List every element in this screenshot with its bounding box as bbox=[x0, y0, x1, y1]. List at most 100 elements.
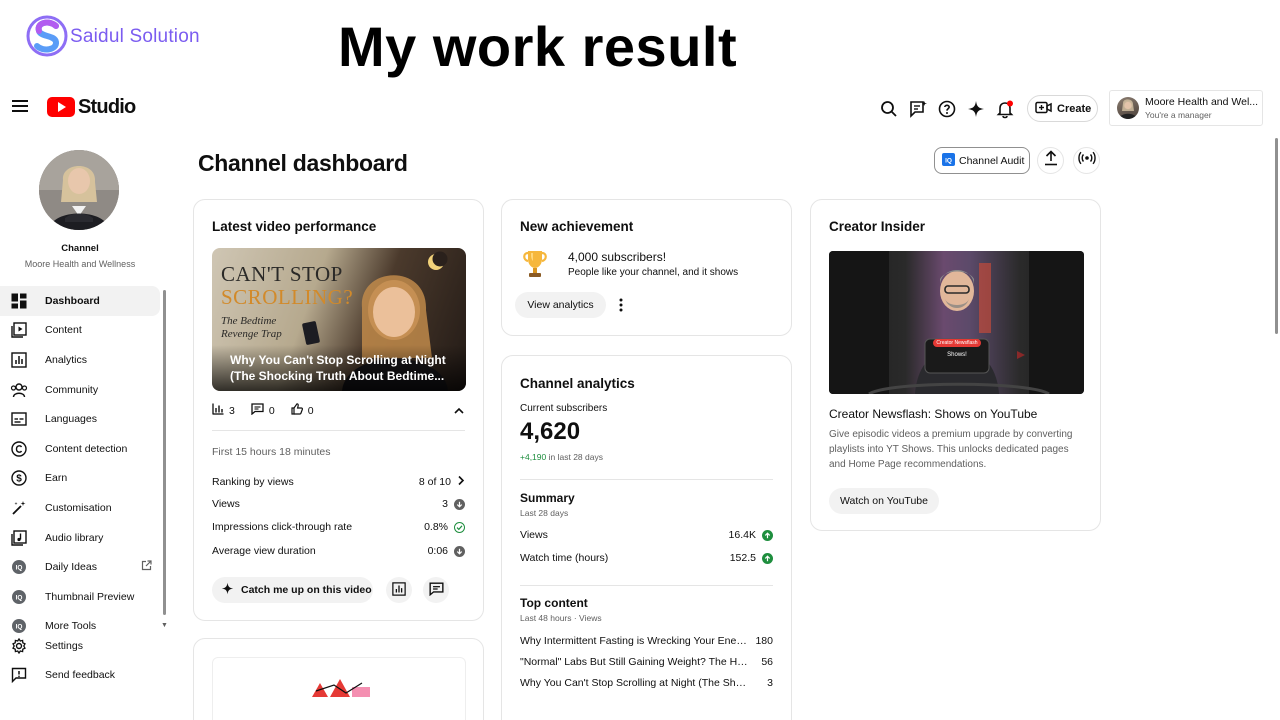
metric-label: Ranking by views bbox=[212, 476, 294, 488]
feedback-chat-icon[interactable] bbox=[907, 98, 929, 120]
subscribers-change-row: +4,190 in last 28 days bbox=[520, 452, 603, 462]
account-name: Moore Health and Wel... bbox=[1145, 96, 1259, 108]
help-icon[interactable] bbox=[936, 98, 958, 120]
metric-ranking[interactable]: Ranking by views 8 of 10 bbox=[212, 475, 465, 489]
sidebar-scrollbar[interactable] bbox=[163, 290, 166, 615]
sidebar-item-customisation[interactable]: Customisation bbox=[0, 493, 160, 523]
sidebar-item-content-detection[interactable]: Content detection bbox=[0, 434, 160, 464]
thumbnail-text-line2: SCROLLING? bbox=[221, 285, 354, 309]
brand-name: Saidul Solution bbox=[70, 26, 200, 47]
sidebar-item-settings[interactable]: Settings bbox=[0, 631, 160, 661]
card-title: New achievement bbox=[520, 219, 634, 234]
thumbs-up-icon bbox=[291, 403, 303, 418]
down-arrow-icon bbox=[454, 498, 465, 510]
channel-analytics-card: Channel analytics Current subscribers 4,… bbox=[501, 355, 792, 720]
top-content-row[interactable]: Why You Can't Stop Scrolling at Night (T… bbox=[520, 677, 773, 689]
go-live-button[interactable] bbox=[1073, 147, 1100, 174]
insider-video-title[interactable]: Creator Newsflash: Shows on YouTube bbox=[829, 407, 1037, 421]
topbar-actions bbox=[878, 98, 1016, 120]
divider bbox=[520, 585, 773, 586]
views-stat: 3 bbox=[212, 403, 235, 418]
account-avatar bbox=[1117, 97, 1139, 119]
sidebar-item-thumbnail-preview[interactable]: IQ Thumbnail Preview bbox=[0, 582, 160, 612]
sidebar-item-earn[interactable]: $ Earn bbox=[0, 464, 160, 494]
views-count: 3 bbox=[229, 404, 235, 417]
audio-library-icon bbox=[10, 529, 28, 547]
top-content-row[interactable]: "Normal" Labs But Still Gaining Weight? … bbox=[520, 656, 773, 668]
summary-watch-time: Watch time (hours) 152.5 bbox=[520, 552, 773, 564]
subscribers-label: Current subscribers bbox=[520, 403, 608, 414]
sidebar-footer: Settings Send feedback bbox=[0, 631, 160, 690]
sidebar-item-dashboard[interactable]: Dashboard bbox=[0, 286, 160, 316]
sidebar-item-label: Settings bbox=[45, 639, 83, 652]
channel-avatar[interactable] bbox=[39, 150, 119, 230]
sparkle-icon[interactable] bbox=[965, 98, 987, 120]
view-analytics-button[interactable]: View analytics bbox=[515, 292, 606, 318]
sidebar-item-daily-ideas[interactable]: IQ Daily Ideas bbox=[0, 552, 160, 582]
scroll-down-arrow-icon[interactable]: ▼ bbox=[161, 622, 168, 629]
channel-audit-button[interactable]: IQ Channel Audit bbox=[934, 147, 1030, 174]
channel-audit-label: Channel Audit bbox=[959, 154, 1025, 167]
sidebar-item-label: Send feedback bbox=[45, 669, 116, 682]
analytics-icon bbox=[10, 351, 28, 369]
latest-video-card: Latest video performance CAN'T STOP SCRO… bbox=[193, 199, 484, 621]
sidebar-item-analytics[interactable]: Analytics bbox=[0, 345, 160, 375]
watch-on-youtube-button[interactable]: Watch on YouTube bbox=[829, 488, 939, 514]
sidebar-item-label: Customisation bbox=[45, 501, 112, 514]
comments-count: 0 bbox=[268, 404, 275, 417]
page-title: Channel dashboard bbox=[198, 150, 408, 176]
catch-me-up-button[interactable]: Catch me up on this video bbox=[212, 577, 373, 603]
metric-value: 0:06 bbox=[427, 545, 448, 557]
sidebar-item-audio-library[interactable]: Audio library bbox=[0, 523, 160, 553]
studio-label[interactable]: Studio bbox=[78, 96, 136, 119]
metric-label: Average view duration bbox=[212, 545, 316, 557]
more-options-icon[interactable] bbox=[618, 297, 624, 318]
achievement-card: New achievement 4,000 subscribers! Peopl… bbox=[501, 199, 792, 336]
sidebar-item-send-feedback[interactable]: Send feedback bbox=[0, 661, 160, 691]
copyright-icon bbox=[10, 440, 28, 458]
divider bbox=[212, 430, 465, 431]
top-content-views: 180 bbox=[755, 635, 773, 647]
card-title: Latest video performance bbox=[212, 219, 377, 234]
metric-value: 3 bbox=[442, 498, 448, 510]
dollar-icon: $ bbox=[10, 469, 28, 487]
svg-text:IQ: IQ bbox=[945, 157, 952, 164]
sparkle-icon bbox=[221, 582, 234, 598]
video-analytics-button[interactable] bbox=[386, 577, 412, 603]
banner-title: My work result bbox=[338, 15, 738, 78]
sidebar-item-languages[interactable]: Languages bbox=[0, 404, 160, 434]
thumbnail-text-line3: The Bedtime Revenge Trap bbox=[221, 315, 282, 341]
live-broadcast-icon bbox=[1077, 151, 1096, 170]
insider-video-thumbnail[interactable]: Creator Newsflash Shows! bbox=[829, 251, 1084, 394]
magic-wand-icon bbox=[10, 499, 28, 517]
summary-views: Views 16.4K bbox=[520, 529, 773, 541]
likes-stat: 0 bbox=[291, 403, 314, 418]
upload-button[interactable] bbox=[1037, 147, 1064, 174]
menu-icon[interactable] bbox=[10, 97, 30, 117]
card-title: Channel analytics bbox=[520, 376, 635, 391]
screen: Saidul Solution My work result Studio Cr… bbox=[0, 0, 1280, 720]
insider-description: Give episodic videos a premium upgrade b… bbox=[829, 429, 1073, 470]
sidebar-item-label: Languages bbox=[45, 413, 97, 426]
video-stats: 3 0 0 bbox=[212, 403, 314, 418]
top-content-row[interactable]: Why Intermittent Fasting is Wrecking You… bbox=[520, 635, 773, 647]
create-button[interactable]: Create bbox=[1027, 95, 1098, 122]
svg-text:IQ: IQ bbox=[16, 624, 23, 631]
dashboard-icon bbox=[10, 292, 28, 310]
video-title[interactable]: Why You Can't Stop Scrolling at Night (T… bbox=[230, 352, 460, 384]
comments-stat: 0 bbox=[251, 403, 275, 418]
video-comments-button[interactable] bbox=[423, 577, 449, 603]
sidebar-item-content[interactable]: Content bbox=[0, 316, 160, 346]
channel-label: Channel bbox=[61, 243, 99, 254]
sidebar-item-community[interactable]: Community bbox=[0, 375, 160, 405]
search-icon[interactable] bbox=[878, 98, 900, 120]
video-thumbnail[interactable]: CAN'T STOP SCROLLING? The Bedtime Revenge… bbox=[212, 248, 466, 391]
collapse-chevron-icon[interactable] bbox=[453, 403, 465, 421]
page-scrollbar[interactable] bbox=[1275, 138, 1278, 334]
chevron-right-icon bbox=[457, 475, 465, 489]
youtube-logo-icon[interactable] bbox=[47, 97, 75, 117]
notifications-bell-icon[interactable] bbox=[994, 98, 1016, 120]
account-switcher[interactable]: Moore Health and Wel... You're a manager bbox=[1109, 90, 1263, 126]
view-analytics-label: View analytics bbox=[527, 299, 594, 311]
thumbnail-badge: Creator Newsflash bbox=[936, 340, 978, 346]
